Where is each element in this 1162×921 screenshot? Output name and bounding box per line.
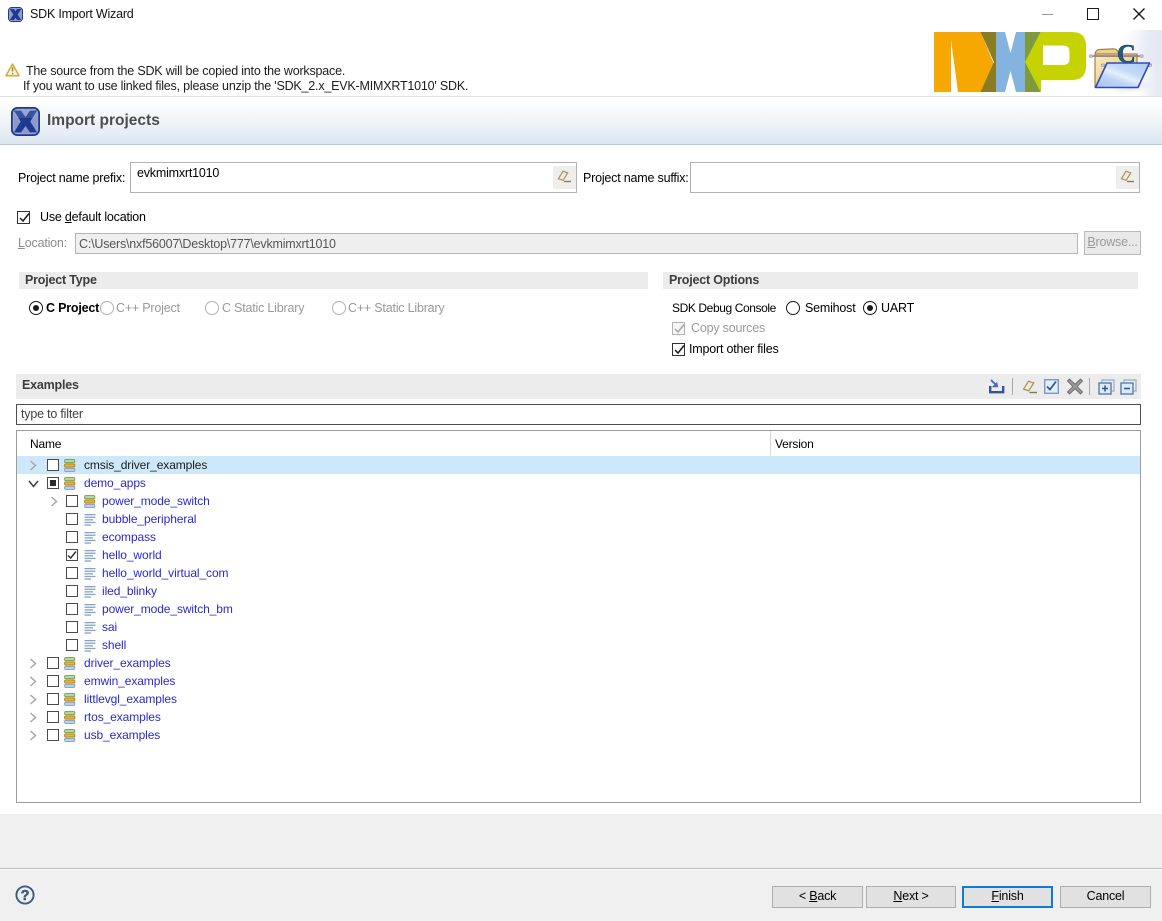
- svg-text:?: ?: [21, 888, 30, 904]
